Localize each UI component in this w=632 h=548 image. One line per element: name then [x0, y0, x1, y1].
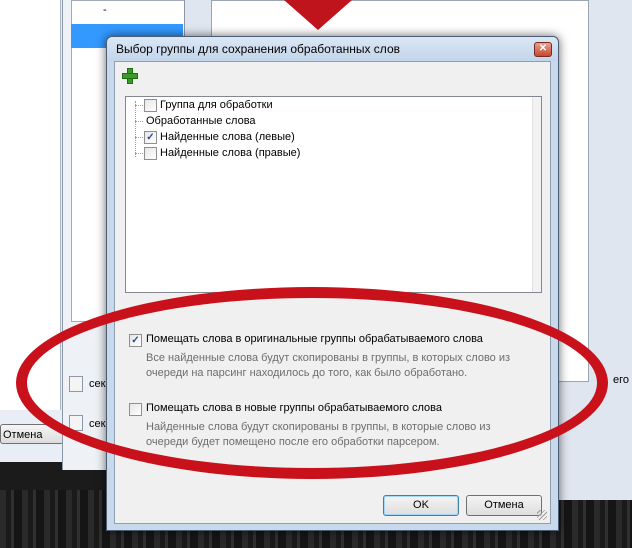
tree-checkbox-checked[interactable]: ✓	[144, 131, 157, 144]
background-text-fragment: его	[613, 374, 630, 386]
dialog-title: Выбор группы для сохранения обработанных…	[116, 42, 400, 56]
tree-connector	[135, 121, 143, 122]
original-groups-checkbox[interactable]: ✓	[129, 334, 142, 347]
original-groups-description: Все найденные слова будут скопированы в …	[146, 352, 511, 379]
red-arrow-annotation	[284, 0, 352, 30]
ok-button[interactable]: OK	[383, 495, 459, 516]
tree-checkbox[interactable]	[144, 99, 157, 112]
tree-connector	[135, 101, 136, 157]
add-group-icon[interactable]	[122, 68, 138, 84]
group-tree[interactable]: Группа для обработки Обработанные слова …	[125, 96, 542, 293]
tree-item-label: Найденные слова (правые)	[160, 147, 301, 159]
tree-checkbox[interactable]	[144, 147, 157, 160]
cancel-button[interactable]: Отмена	[466, 495, 542, 516]
background-spin-button[interactable]	[69, 376, 83, 392]
close-icon: ✕	[538, 43, 548, 54]
background-spin-button[interactable]	[69, 415, 83, 431]
close-button[interactable]: ✕	[534, 42, 552, 57]
original-groups-label[interactable]: Помещать слова в оригинальные группы обр…	[146, 333, 483, 345]
new-groups-checkbox[interactable]	[129, 403, 142, 416]
background-list	[0, 0, 61, 410]
dialog-client-area: Группа для обработки Обработанные слова …	[114, 61, 551, 524]
background-dash: -	[103, 4, 107, 16]
tree-item-label: Обработанные слова	[146, 115, 256, 127]
new-groups-description: Найденные слова будут скопированы в груп…	[146, 421, 491, 448]
tree-connector	[135, 137, 143, 138]
tree-connector	[135, 105, 143, 106]
tree-item-label: Найденные слова (левые)	[160, 131, 295, 143]
tree-connector	[135, 153, 143, 154]
tree-scrollbar[interactable]	[532, 97, 541, 292]
save-group-dialog: Выбор группы для сохранения обработанных…	[106, 36, 559, 531]
background-window-left: Отмена	[0, 0, 71, 462]
background-sec-label: сек	[89, 418, 106, 430]
resize-grip-icon[interactable]	[537, 510, 547, 520]
background-sec-label: сек	[89, 378, 106, 390]
dialog-titlebar[interactable]: Выбор группы для сохранения обработанных…	[107, 37, 558, 61]
new-groups-label[interactable]: Помещать слова в новые группы обрабатыва…	[146, 402, 442, 414]
background-cancel-button[interactable]: Отмена	[0, 424, 64, 444]
tree-item-label: Группа для обработки	[160, 99, 273, 111]
